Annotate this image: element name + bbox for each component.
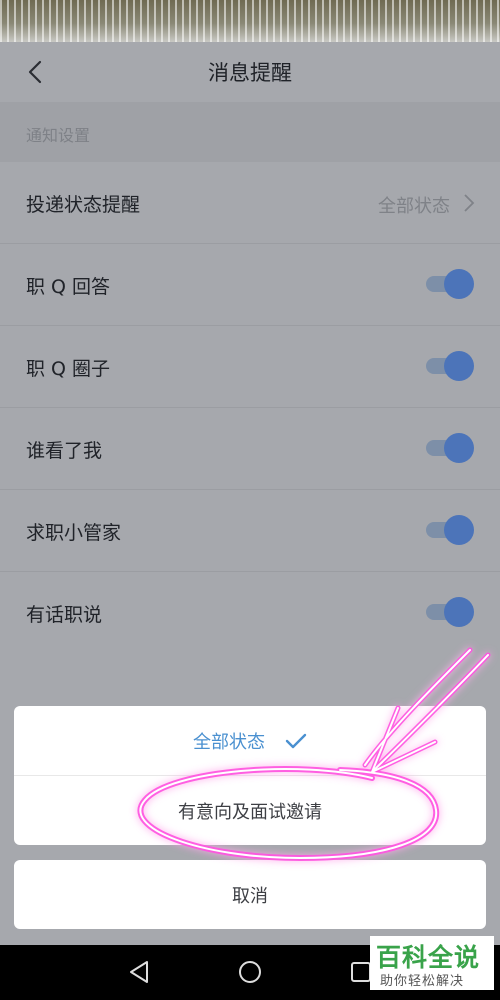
toggle-switch[interactable]: [426, 351, 474, 381]
section-header: 通知设置: [0, 102, 500, 162]
setting-row-who-viewed-me: 谁看了我: [0, 408, 500, 490]
setting-label: 职 Q 回答: [26, 276, 111, 298]
chevron-right-icon: [464, 194, 475, 212]
nav-back-icon[interactable]: [127, 959, 153, 985]
page-title: 消息提醒: [208, 61, 292, 85]
sheet-option-all-status[interactable]: 全部状态: [14, 706, 486, 775]
watermark-subtitle: 助你轻松解决: [380, 974, 465, 989]
option-label: 有意向及面试邀请: [178, 801, 322, 823]
setting-label: 谁看了我: [26, 440, 103, 462]
setting-label: 求职小管家: [26, 522, 122, 544]
setting-row-zhiq-circle: 职 Q 圈子: [0, 326, 500, 408]
nav-home-icon[interactable]: [237, 959, 263, 985]
decorative-wallpaper-strip: [0, 0, 500, 42]
header: 消息提醒: [0, 42, 500, 102]
cancel-button[interactable]: 取消: [14, 860, 486, 929]
toggle-switch[interactable]: [426, 269, 474, 299]
setting-row-delivery-status[interactable]: 投递状态提醒 全部状态: [0, 162, 500, 244]
checkmark-icon: [285, 733, 307, 748]
setting-row-career-talk: 有话职说: [0, 572, 500, 653]
sheet-option-interested-and-interview[interactable]: 有意向及面试邀请: [14, 775, 486, 845]
setting-row-job-assistant: 求职小管家: [0, 490, 500, 572]
action-sheet: 全部状态 有意向及面试邀请: [14, 706, 486, 845]
toggle-switch[interactable]: [426, 515, 474, 545]
toggle-switch[interactable]: [426, 433, 474, 463]
toggle-switch[interactable]: [426, 597, 474, 627]
section-title: 通知设置: [26, 126, 91, 145]
setting-row-zhiq-answer: 职 Q 回答: [0, 244, 500, 326]
watermark-logo: 百科全说 助你轻松解决: [370, 936, 494, 990]
setting-label: 投递状态提醒: [26, 194, 141, 216]
setting-value: 全部状态: [378, 196, 450, 217]
settings-list: 投递状态提醒 全部状态 职 Q 回答 职 Q 圈子 谁看了我 求职小管家 有话职…: [0, 162, 500, 653]
setting-label: 有话职说: [26, 604, 103, 626]
cancel-label: 取消: [232, 885, 268, 907]
option-label: 全部状态: [193, 731, 265, 753]
nav-recents-icon[interactable]: [350, 961, 372, 983]
watermark-title: 百科全说: [376, 943, 481, 972]
setting-label: 职 Q 圈子: [26, 358, 111, 380]
